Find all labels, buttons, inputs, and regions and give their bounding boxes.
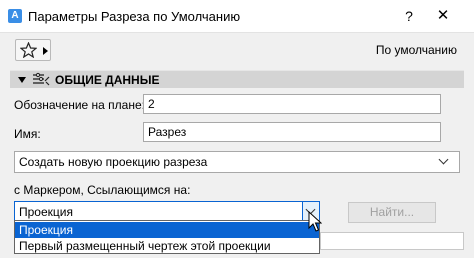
projection-mode-select[interactable]: Создать новую проекцию разреза [14, 151, 460, 173]
section-header-general[interactable]: ОБЩИЕ ДАННЫЕ [10, 70, 464, 88]
marker-label: с Маркером, Ссылающимся на: [14, 183, 191, 197]
help-button[interactable]: ? [398, 6, 420, 26]
name-label: Имя: [14, 127, 41, 141]
dropdown-option-projection[interactable]: Проекция [15, 222, 319, 238]
dropdown-list[interactable]: Проекция Первый размещенный чертеж этой … [14, 220, 320, 254]
collapse-triangle-icon[interactable] [18, 77, 26, 83]
plan-id-label: Обозначение на плане: [14, 98, 145, 112]
close-button[interactable]: ✕ [432, 6, 454, 26]
chevron-right-icon [43, 47, 48, 55]
star-icon [20, 42, 37, 58]
section-settings-icon [33, 72, 50, 86]
dropdown-option-first-placed-drawing[interactable]: Первый размещенный чертеж этой проекции [15, 238, 319, 254]
app-icon: A [8, 9, 22, 23]
window-title: Параметры Разреза по Умолчанию [28, 9, 241, 24]
plan-id-input[interactable]: 2 [143, 94, 441, 114]
default-label: По умолчанию [375, 43, 457, 57]
disabled-field [320, 232, 464, 250]
name-input[interactable]: Разрез [143, 122, 441, 142]
section-title: ОБЩИЕ ДАННЫЕ [55, 73, 160, 87]
projection-mode-value: Создать новую проекцию разреза [19, 155, 208, 169]
mouse-cursor-icon [308, 211, 322, 232]
marker-reference-value: Проекция [19, 205, 73, 219]
favorites-button[interactable] [15, 39, 51, 61]
title-bar: A Параметры Разреза по Умолчанию ? ✕ [0, 0, 474, 33]
find-button[interactable]: Найти... [348, 202, 436, 223]
